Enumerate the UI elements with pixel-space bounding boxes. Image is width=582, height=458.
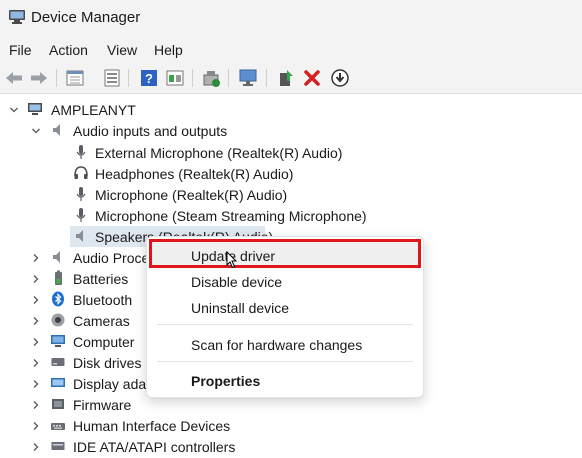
- toolbar-separator: [56, 69, 57, 87]
- tree-item-audio-inputs-outputs[interactable]: Audio inputs and outputs: [73, 123, 227, 139]
- tree-item-external-microphone[interactable]: External Microphone (Realtek(R) Audio): [95, 145, 342, 161]
- ide-controller-icon: [51, 442, 65, 450]
- tree-item-firmware[interactable]: Firmware: [73, 397, 131, 413]
- tree-item-microphone-realtek[interactable]: Microphone (Realtek(R) Audio): [95, 187, 287, 203]
- chevron-right-icon[interactable]: [31, 295, 41, 305]
- microphone-icon: [76, 145, 86, 159]
- properties-grid-icon[interactable]: [64, 67, 86, 89]
- download-circle-icon[interactable]: [329, 67, 351, 89]
- tree-item-bluetooth[interactable]: Bluetooth: [73, 292, 132, 308]
- toolbar-separator: [128, 69, 129, 87]
- tree-item-microphone-steam[interactable]: Microphone (Steam Streaming Microphone): [95, 208, 367, 224]
- scan-hardware-icon[interactable]: [237, 67, 259, 89]
- toolbar-separator: [228, 69, 229, 87]
- microphone-icon: [76, 187, 86, 201]
- title-bar: Device Manager: [0, 0, 582, 36]
- toolbar-separator: [266, 69, 267, 87]
- tree-item-disk-drives[interactable]: Disk drives: [73, 355, 141, 371]
- computer-icon: [28, 103, 42, 115]
- firmware-icon: [52, 399, 64, 409]
- headphones-icon: [74, 166, 88, 179]
- chevron-right-icon[interactable]: [31, 400, 41, 410]
- menu-view[interactable]: View: [107, 42, 137, 58]
- chevron-right-icon[interactable]: [31, 337, 41, 347]
- speaker-icon: [53, 124, 60, 136]
- svg-text:?: ?: [145, 71, 153, 86]
- speaker-icon: [53, 251, 60, 263]
- menu-action[interactable]: Action: [49, 42, 88, 58]
- microphone-icon: [76, 208, 86, 222]
- battery-icon: [55, 270, 62, 285]
- chevron-right-icon[interactable]: [31, 316, 41, 326]
- speaker-icon: [76, 230, 83, 242]
- uninstall-device-menu-item[interactable]: Uninstall device: [147, 295, 423, 321]
- show-hidden-icon[interactable]: [164, 67, 186, 89]
- menu-help[interactable]: Help: [154, 42, 183, 58]
- update-driver-highlight-box: [149, 239, 421, 268]
- tree-item-cameras[interactable]: Cameras: [73, 313, 130, 329]
- tree-item-computer[interactable]: Computer: [73, 334, 134, 350]
- toolbar: ?: [0, 63, 582, 94]
- chevron-right-icon[interactable]: [31, 379, 41, 389]
- chevron-right-icon[interactable]: [31, 274, 41, 284]
- menu-bar: File Action View Help: [0, 36, 582, 63]
- disable-device-menu-item[interactable]: Disable device: [147, 269, 423, 295]
- properties-menu-item[interactable]: Properties: [147, 368, 423, 394]
- toolbar-separator: [192, 69, 193, 87]
- uninstall-x-icon[interactable]: [301, 67, 323, 89]
- display-adapter-icon: [51, 378, 65, 387]
- menu-separator: [157, 324, 413, 325]
- scan-hardware-menu-item[interactable]: Scan for hardware changes: [147, 332, 423, 358]
- tree-item-display-adapters[interactable]: Display adap: [73, 376, 154, 392]
- chevron-right-icon[interactable]: [31, 421, 41, 431]
- tree-item-batteries[interactable]: Batteries: [73, 271, 128, 287]
- tree-item-ide-ata-atapi[interactable]: IDE ATA/ATAPI controllers: [73, 439, 235, 455]
- hid-icon: [51, 423, 65, 430]
- disk-drive-icon: [51, 358, 65, 366]
- window-title: Device Manager: [31, 9, 141, 26]
- help-icon[interactable]: ?: [138, 67, 160, 89]
- computer-monitor-icon: [51, 335, 65, 347]
- device-manager-icon: [9, 10, 25, 24]
- bluetooth-icon: [52, 291, 64, 307]
- menu-file[interactable]: File: [9, 42, 32, 58]
- back-arrow-icon[interactable]: [3, 67, 25, 89]
- chevron-right-icon[interactable]: [31, 442, 41, 452]
- properties-sheet-icon[interactable]: [101, 67, 123, 89]
- camera-icon: [51, 313, 65, 327]
- chevron-right-icon[interactable]: [31, 253, 41, 263]
- tree-item-audio-processing[interactable]: Audio Proce: [73, 250, 149, 266]
- forward-arrow-icon[interactable]: [28, 67, 50, 89]
- tree-item-headphones[interactable]: Headphones (Realtek(R) Audio): [95, 166, 293, 182]
- tree-root-label[interactable]: AMPLEANYT: [51, 102, 136, 118]
- update-driver-icon[interactable]: [200, 67, 222, 89]
- enable-device-icon[interactable]: [275, 67, 297, 89]
- chevron-down-icon[interactable]: [31, 126, 41, 136]
- menu-separator: [157, 361, 413, 362]
- tree-item-human-interface-devices[interactable]: Human Interface Devices: [73, 418, 230, 434]
- chevron-down-icon[interactable]: [9, 105, 19, 115]
- chevron-right-icon[interactable]: [31, 358, 41, 368]
- mouse-cursor-icon: [226, 251, 238, 269]
